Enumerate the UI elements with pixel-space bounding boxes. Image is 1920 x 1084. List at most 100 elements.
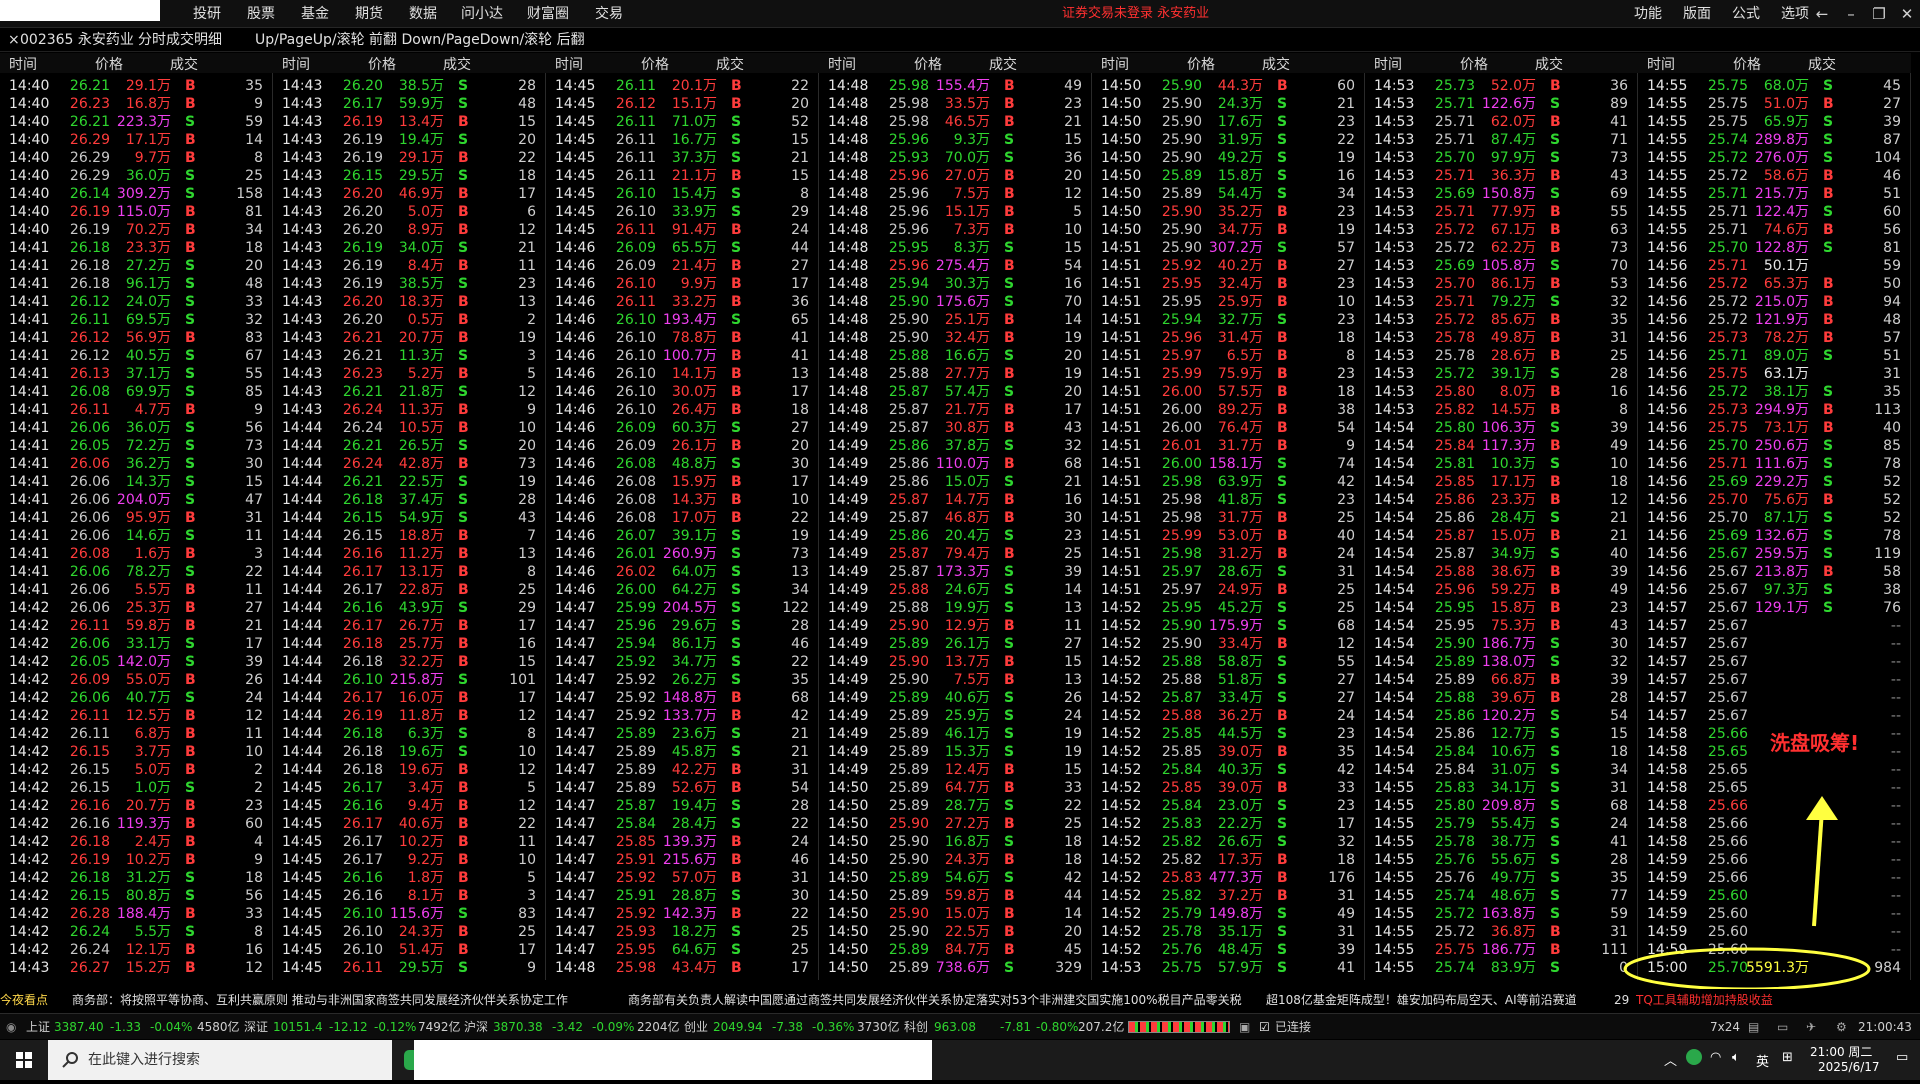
table-row[interactable]: 14:41 26.18 27.2万 S 20 [0,257,273,275]
table-row[interactable]: 14:55 25.75 65.9万 S 39 [1638,113,1911,131]
table-row[interactable]: 14:49 25.86 37.8万 S 32 [819,437,1092,455]
app-taskbar-icon[interactable] [404,1050,414,1070]
table-row[interactable]: 14:55 25.78 38.7万 S 41 [1365,833,1638,851]
table-row[interactable]: 14:47 25.99 204.5万 S 122 [546,599,819,617]
table-row[interactable]: 14:46 26.07 39.1万 S 19 [546,527,819,545]
table-row[interactable]: 15:00 25.70 5591.3万 984 [1638,959,1911,977]
table-row[interactable]: 14:52 25.84 40.3万 S 42 [1092,761,1365,779]
table-row[interactable]: 14:54 25.86 28.4万 S 21 [1365,509,1638,527]
table-row[interactable]: 14:44 26.17 22.8万 B 25 [273,581,546,599]
table-row[interactable]: 14:54 25.80 106.3万 S 39 [1365,419,1638,437]
table-row[interactable]: 14:51 25.90 307.2万 S 57 [1092,239,1365,257]
table-row[interactable]: 14:41 26.12 40.5万 S 67 [0,347,273,365]
table-row[interactable]: 14:43 26.19 8.4万 B 11 [273,257,546,275]
ticker-item[interactable]: 今夜看点 [0,989,48,1011]
table-row[interactable]: 14:44 26.16 43.9万 S 29 [273,599,546,617]
table-row[interactable]: 14:44 26.15 18.8万 B 7 [273,527,546,545]
table-row[interactable]: 14:47 25.91 28.8万 S 30 [546,887,819,905]
table-row[interactable]: 14:55 25.80 209.8万 S 68 [1365,797,1638,815]
close-icon[interactable]: ✕ [1896,0,1918,28]
table-row[interactable]: 14:45 26.11 20.1万 B 22 [546,77,819,95]
menu-item-trade[interactable]: 交易 [595,0,623,28]
table-row[interactable]: 14:56 25.75 63.1万 31 [1638,365,1911,383]
table-row[interactable]: 14:53 25.69 150.8万 S 69 [1365,185,1638,203]
table-row[interactable]: 14:43 26.21 21.8万 S 12 [273,383,546,401]
table-row[interactable]: 14:40 26.14 309.2万 S 158 [0,185,273,203]
tick-detail-grid[interactable]: 时间 价格 成交 14:40 26.21 29.1万 B 35 14:40 26.23 16.8万 B… [0,53,1920,980]
table-row[interactable]: 14:46 26.09 60.3万 S 27 [546,419,819,437]
table-row[interactable]: 14:44 26.17 16.0万 B 17 [273,689,546,707]
table-row[interactable]: 14:45 26.16 1.8万 B 5 [273,869,546,887]
table-row[interactable]: 14:46 26.10 30.0万 B 17 [546,383,819,401]
table-row[interactable]: 14:44 26.19 11.8万 B 12 [273,707,546,725]
table-row[interactable]: 14:52 25.85 44.5万 S 23 [1092,725,1365,743]
table-row[interactable]: 14:54 25.84 10.6万 S 18 [1365,743,1638,761]
menu-item-options[interactable]: 选项 [1781,0,1809,28]
table-row[interactable]: 14:55 25.71 215.7万 B 51 [1638,185,1911,203]
table-row[interactable]: 14:45 26.11 91.4万 B 24 [546,221,819,239]
table-row[interactable]: 14:50 25.89 59.8万 B 44 [819,887,1092,905]
table-row[interactable]: 14:50 25.89 738.6万 S 329 [819,959,1092,977]
table-row[interactable]: 14:42 26.16 20.7万 B 23 [0,797,273,815]
table-row[interactable]: 14:49 25.87 30.8万 B 43 [819,419,1092,437]
table-row[interactable]: 14:57 25.67 -- [1638,707,1911,725]
table-row[interactable]: 14:42 26.05 142.0万 S 39 [0,653,273,671]
table-row[interactable]: 14:42 26.06 40.7万 S 24 [0,689,273,707]
table-row[interactable]: 14:57 25.67 -- [1638,617,1911,635]
table-row[interactable]: 14:53 25.71 77.9万 B 55 [1365,203,1638,221]
table-row[interactable]: 14:56 25.71 50.1万 59 [1638,257,1911,275]
table-row[interactable]: 14:53 25.71 62.0万 B 41 [1365,113,1638,131]
table-row[interactable]: 14:48 25.90 32.4万 B 19 [819,329,1092,347]
table-row[interactable]: 14:51 25.92 40.2万 B 27 [1092,257,1365,275]
table-row[interactable]: 14:55 25.75 68.0万 S 45 [1638,77,1911,95]
table-row[interactable]: 14:54 25.89 138.0万 S 32 [1365,653,1638,671]
status-toggle-icon[interactable]: ◉ [6,1014,16,1040]
table-row[interactable]: 14:48 25.96 27.0万 B 20 [819,167,1092,185]
table-row[interactable]: 14:43 26.19 38.5万 S 23 [273,275,546,293]
table-row[interactable]: 14:54 25.95 75.3万 B 43 [1365,617,1638,635]
table-row[interactable]: 14:47 25.85 139.3万 B 24 [546,833,819,851]
table-row[interactable]: 14:49 25.86 20.4万 S 23 [819,527,1092,545]
table-row[interactable]: 14:50 25.89 54.6万 S 42 [819,869,1092,887]
table-row[interactable]: 14:49 25.86 110.0万 B 68 [819,455,1092,473]
table-row[interactable]: 14:50 25.90 22.5万 B 20 [819,923,1092,941]
table-row[interactable]: 14:46 26.09 65.5万 S 44 [546,239,819,257]
table-row[interactable]: 14:53 25.71 87.4万 S 71 [1365,131,1638,149]
table-row[interactable]: 14:51 25.95 32.4万 B 23 [1092,275,1365,293]
table-row[interactable]: 14:43 26.27 15.2万 B 12 [0,959,273,977]
table-row[interactable]: 14:56 25.70 250.6万 S 85 [1638,437,1911,455]
table-row[interactable]: 14:40 26.19 70.2万 B 34 [0,221,273,239]
table-row[interactable]: 14:46 26.10 26.4万 B 18 [546,401,819,419]
table-row[interactable]: 14:56 25.73 294.9万 B 113 [1638,401,1911,419]
table-row[interactable]: 14:56 25.67 97.3万 S 38 [1638,581,1911,599]
table-row[interactable]: 14:41 26.06 36.2万 S 30 [0,455,273,473]
table-row[interactable]: 14:44 26.18 25.7万 B 16 [273,635,546,653]
table-row[interactable]: 14:46 26.10 78.8万 B 41 [546,329,819,347]
table-row[interactable]: 14:49 25.89 12.4万 B 15 [819,761,1092,779]
table-row[interactable]: 14:53 25.71 79.2万 S 32 [1365,293,1638,311]
table-row[interactable]: 14:40 26.29 17.1万 B 14 [0,131,273,149]
table-row[interactable]: 14:47 25.95 64.6万 S 25 [546,941,819,959]
table-row[interactable]: 14:42 26.09 55.0万 B 26 [0,671,273,689]
table-row[interactable]: 14:50 25.90 49.2万 S 19 [1092,149,1365,167]
table-row[interactable]: 14:42 26.24 5.5万 S 8 [0,923,273,941]
table-row[interactable]: 14:48 25.96 7.3万 B 10 [819,221,1092,239]
table-row[interactable]: 14:50 25.90 35.2万 B 23 [1092,203,1365,221]
table-row[interactable]: 14:48 25.98 43.4万 B 17 [546,959,819,977]
tick-column-3[interactable]: 时间 价格 成交 14:45 26.11 20.1万 B 22 14:45 26.12 15.1万 B… [546,53,819,980]
table-row[interactable]: 14:45 26.12 15.1万 B 20 [546,95,819,113]
tray-expand-icon[interactable]: ︿ [1664,1050,1677,1069]
table-row[interactable]: 14:42 26.28 188.4万 B 33 [0,905,273,923]
table-row[interactable]: 14:52 25.82 37.2万 B 31 [1092,887,1365,905]
table-row[interactable]: 14:41 26.06 204.0万 S 47 [0,491,273,509]
table-row[interactable]: 14:44 26.21 26.5万 S 20 [273,437,546,455]
table-row[interactable]: 14:53 25.75 57.9万 S 41 [1092,959,1365,977]
taskbar-time[interactable]: 21:00 周二 [1810,1043,1872,1060]
table-row[interactable]: 14:55 25.74 83.9万 S 0 [1365,959,1638,977]
table-row[interactable]: 14:51 25.97 24.9万 B 25 [1092,581,1365,599]
table-row[interactable]: 14:49 25.87 46.8万 B 30 [819,509,1092,527]
table-row[interactable]: 14:48 25.96 9.3万 S 15 [819,131,1092,149]
table-row[interactable]: 14:44 26.15 54.9万 S 43 [273,509,546,527]
table-row[interactable]: 14:52 25.88 51.8万 S 27 [1092,671,1365,689]
table-row[interactable]: 14:47 25.84 28.4万 S 22 [546,815,819,833]
